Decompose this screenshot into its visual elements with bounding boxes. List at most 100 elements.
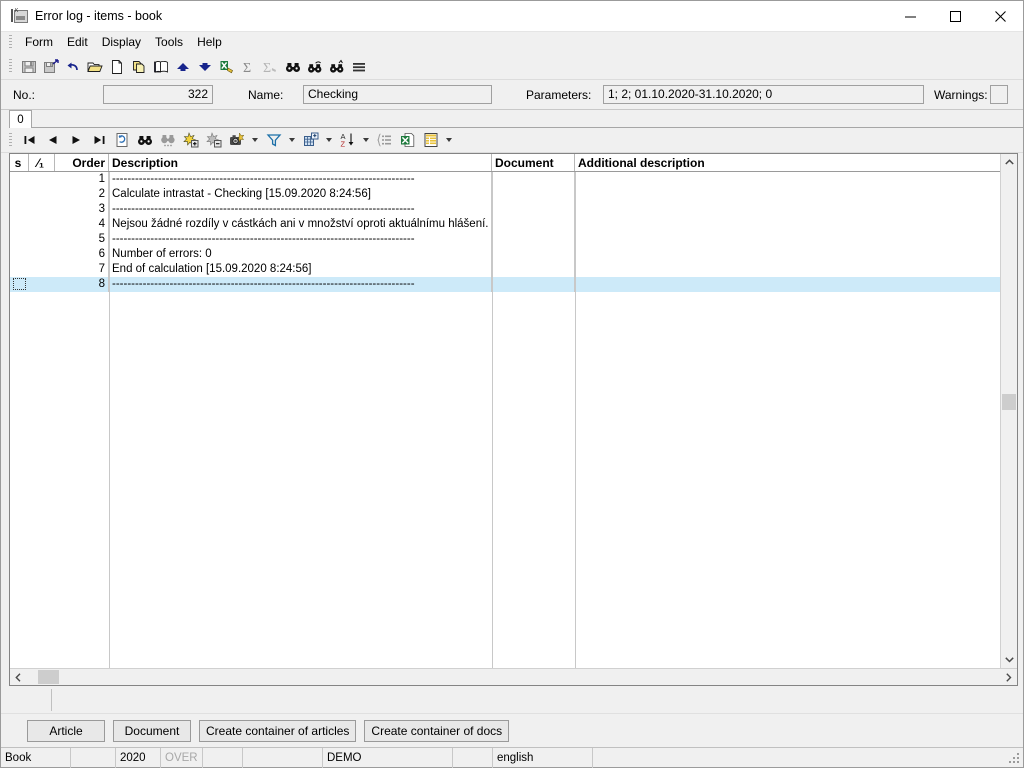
row-document-cell[interactable] bbox=[492, 262, 575, 277]
move-down-icon[interactable] bbox=[194, 56, 216, 78]
row-flag-cell[interactable] bbox=[29, 187, 55, 202]
table-row[interactable]: 1 ---------------------------------------… bbox=[10, 172, 1000, 187]
row-description-cell[interactable]: Number of errors: 0 bbox=[109, 247, 492, 262]
export-excel-icon[interactable] bbox=[216, 56, 238, 78]
table-row[interactable]: 5 ---------------------------------------… bbox=[10, 232, 1000, 247]
row-selector-cell[interactable] bbox=[10, 232, 29, 247]
warnings-field[interactable] bbox=[990, 85, 1008, 104]
article-button[interactable]: Article bbox=[27, 719, 105, 742]
row-additional-cell[interactable] bbox=[575, 277, 975, 292]
row-document-cell[interactable] bbox=[492, 202, 575, 217]
row-flag-cell[interactable] bbox=[29, 247, 55, 262]
name-field[interactable]: Checking bbox=[303, 85, 492, 104]
document-button[interactable]: Document bbox=[113, 719, 191, 742]
scroll-down-button[interactable] bbox=[1001, 651, 1017, 668]
new-document-icon[interactable] bbox=[106, 56, 128, 78]
row-selector-cell[interactable] bbox=[10, 247, 29, 262]
sum-icon[interactable]: Σ bbox=[238, 56, 260, 78]
row-document-cell[interactable] bbox=[492, 217, 575, 232]
menu-item-display[interactable]: Display bbox=[95, 33, 148, 52]
row-additional-cell[interactable] bbox=[575, 172, 975, 187]
previous-record-icon[interactable] bbox=[41, 129, 64, 151]
move-up-icon[interactable] bbox=[172, 56, 194, 78]
grid-toolbar-drag-grip[interactable] bbox=[9, 132, 12, 148]
sort-dropdown-caret-icon[interactable] bbox=[359, 129, 373, 151]
row-flag-cell[interactable] bbox=[29, 217, 55, 232]
row-selector-cell[interactable] bbox=[10, 202, 29, 217]
scroll-right-button[interactable] bbox=[1000, 669, 1017, 685]
delete-record-icon[interactable] bbox=[202, 129, 225, 151]
minimize-button[interactable] bbox=[888, 1, 933, 31]
add-record-icon[interactable] bbox=[179, 129, 202, 151]
maximize-button[interactable] bbox=[933, 1, 978, 31]
next-record-icon[interactable] bbox=[64, 129, 87, 151]
table-row[interactable]: 3 ---------------------------------------… bbox=[10, 202, 1000, 217]
row-description-cell[interactable]: Nejsou žádné rozdíly v cástkách ani v mn… bbox=[109, 217, 492, 232]
find-icon[interactable] bbox=[133, 129, 156, 151]
row-document-cell[interactable] bbox=[492, 247, 575, 262]
group-icon[interactable] bbox=[373, 129, 396, 151]
row-flag-cell[interactable] bbox=[29, 172, 55, 187]
grid-viewport[interactable]: s ⁄₁ Order Description Document Addition… bbox=[10, 154, 1000, 668]
close-button[interactable] bbox=[978, 1, 1023, 31]
row-additional-cell[interactable] bbox=[575, 202, 975, 217]
create-container-of-articles-button[interactable]: Create container of articles bbox=[199, 719, 357, 742]
grid-settings-icon[interactable] bbox=[299, 129, 322, 151]
row-selector-cell[interactable] bbox=[10, 217, 29, 232]
row-selector-cell[interactable] bbox=[10, 187, 29, 202]
resize-grip-icon[interactable] bbox=[1007, 751, 1021, 765]
horizontal-scrollbar[interactable] bbox=[10, 668, 1017, 685]
grid-settings-dropdown-caret-icon[interactable] bbox=[322, 129, 336, 151]
row-additional-cell[interactable] bbox=[575, 247, 975, 262]
find-icon[interactable] bbox=[282, 56, 304, 78]
copy-icon[interactable] bbox=[128, 56, 150, 78]
row-order-cell[interactable]: 8 bbox=[55, 277, 109, 292]
table-row[interactable]: 7 End of calculation [15.09.2020 8:24:56] bbox=[10, 262, 1000, 277]
save-icon[interactable] bbox=[18, 56, 40, 78]
refresh-record-icon[interactable] bbox=[110, 129, 133, 151]
row-description-cell[interactable]: ----------------------------------------… bbox=[109, 172, 492, 187]
row-additional-cell[interactable] bbox=[575, 187, 975, 202]
book-icon[interactable] bbox=[150, 56, 172, 78]
row-description-cell[interactable]: Calculate intrastat - Checking [15.09.20… bbox=[109, 187, 492, 202]
column-header-order[interactable]: Order bbox=[55, 154, 109, 171]
menu-item-help[interactable]: Help bbox=[190, 33, 229, 52]
tab-0[interactable]: 0 bbox=[9, 110, 32, 128]
vertical-scroll-thumb[interactable] bbox=[1002, 394, 1016, 410]
columns-icon[interactable] bbox=[419, 129, 442, 151]
horizontal-scroll-thumb[interactable] bbox=[38, 670, 59, 684]
menu-item-tools[interactable]: Tools bbox=[148, 33, 190, 52]
vertical-scrollbar[interactable] bbox=[1000, 154, 1017, 668]
filter-dropdown-caret-icon[interactable] bbox=[285, 129, 299, 151]
sum-subtotal-icon[interactable]: Σ bbox=[260, 56, 282, 78]
row-description-cell[interactable]: ----------------------------------------… bbox=[109, 202, 492, 217]
column-header-description[interactable]: Description bbox=[109, 154, 492, 171]
parameters-field[interactable]: 1; 2; 01.10.2020-31.10.2020; 0 bbox=[603, 85, 924, 104]
column-header-additional-description[interactable]: Additional description bbox=[575, 154, 975, 171]
row-order-cell[interactable]: 7 bbox=[55, 262, 109, 277]
first-record-icon[interactable] bbox=[18, 129, 41, 151]
row-order-cell[interactable]: 1 bbox=[55, 172, 109, 187]
row-document-cell[interactable] bbox=[492, 187, 575, 202]
column-header-document[interactable]: Document bbox=[492, 154, 575, 171]
create-container-of-docs-button[interactable]: Create container of docs bbox=[364, 719, 510, 742]
save-and-close-icon[interactable] bbox=[40, 56, 62, 78]
row-order-cell[interactable]: 5 bbox=[55, 232, 109, 247]
find-again-icon[interactable] bbox=[304, 56, 326, 78]
row-order-cell[interactable]: 3 bbox=[55, 202, 109, 217]
row-selector-cell[interactable] bbox=[10, 262, 29, 277]
list-menu-icon[interactable] bbox=[348, 56, 370, 78]
toolbar-drag-grip[interactable] bbox=[9, 59, 12, 74]
undo-icon[interactable] bbox=[62, 56, 84, 78]
row-description-cell[interactable]: ----------------------------------------… bbox=[109, 232, 492, 247]
row-additional-cell[interactable] bbox=[575, 217, 975, 232]
row-order-cell[interactable]: 2 bbox=[55, 187, 109, 202]
row-flag-cell[interactable] bbox=[29, 277, 55, 292]
row-additional-cell[interactable] bbox=[575, 262, 975, 277]
row-order-cell[interactable]: 6 bbox=[55, 247, 109, 262]
no-field[interactable]: 322 bbox=[103, 85, 213, 104]
menu-item-form[interactable]: Form bbox=[18, 33, 60, 52]
row-order-cell[interactable]: 4 bbox=[55, 217, 109, 232]
find-advanced-icon[interactable] bbox=[326, 56, 348, 78]
table-row[interactable]: 4 Nejsou žádné rozdíly v cástkách ani v m… bbox=[10, 217, 1000, 232]
